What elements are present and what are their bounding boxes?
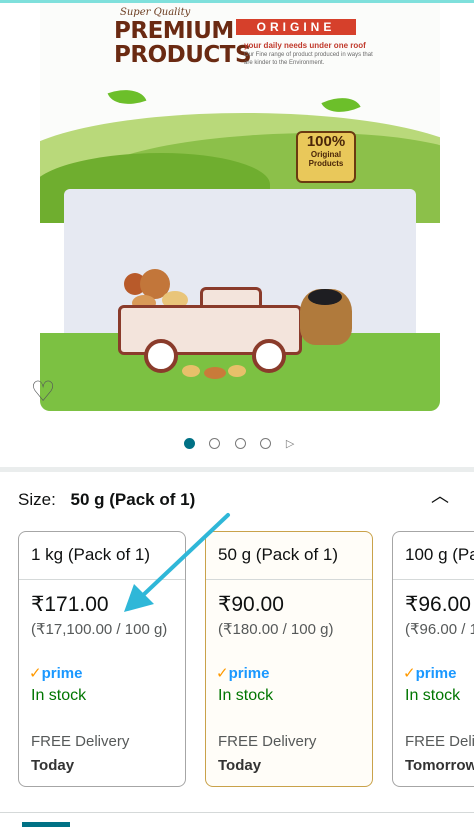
carousel-dot-1[interactable] [184, 438, 195, 450]
carousel-dot-4[interactable] [260, 438, 272, 450]
badge-percent: 100% [306, 133, 346, 150]
option-title: 100 g (Pack of 1) [405, 545, 474, 564]
option-price: ₹171.00 [31, 593, 109, 616]
option-stock: In stock [218, 687, 274, 704]
brand-kicker: Super Quality [120, 7, 191, 18]
product-image: Super Quality PREMIUM PRODUCTS ORIGINE y… [40, 3, 440, 411]
option-delivery-day: Today [218, 757, 262, 774]
wishlist-heart-icon[interactable]: ♡ [28, 377, 58, 407]
chevron-up-icon[interactable]: ︿ [430, 486, 450, 506]
prime-badge: ✓prime [29, 665, 83, 682]
carousel-dot-3[interactable] [234, 438, 246, 450]
brand-tagline-sub: Our Fine range of product produced in wa… [244, 52, 373, 66]
option-stock: In stock [31, 687, 87, 704]
prime-check-icon: ✓ [29, 665, 42, 682]
wheel-icon [252, 339, 286, 373]
option-delivery: FREE Delivery [218, 733, 317, 750]
size-option-card-selected[interactable]: 50 g (Pack of 1) ₹90.00 (₹180.00 / 100 g… [205, 531, 373, 787]
option-delivery-day: Today [31, 757, 75, 774]
carousel-indicator[interactable]: ▷ [184, 435, 294, 450]
size-option-card[interactable]: 100 g (Pack of 1) ₹96.00 (₹96.00 / 100 g… [392, 531, 474, 787]
prime-badge: ✓prime [403, 665, 457, 682]
nut-icon [182, 365, 200, 377]
nut-icon [228, 365, 246, 377]
option-delivery: FREE Delivery [31, 733, 130, 750]
brand-title: PREMIUM PRODUCTS [114, 18, 252, 68]
pepper-icon [308, 289, 342, 305]
product-image-gallery[interactable]: Super Quality PREMIUM PRODUCTS ORIGINE y… [0, 3, 474, 463]
original-badge: 100% Original Products [296, 131, 356, 183]
option-unit-price: (₹96.00 / 100 g) [405, 621, 474, 638]
option-price: ₹96.00 [405, 593, 471, 616]
option-price: ₹90.00 [218, 593, 284, 616]
option-delivery: FREE Delivery [405, 733, 474, 750]
size-option-card[interactable]: 1 kg (Pack of 1) ₹171.00 (₹17,100.00 / 1… [18, 531, 186, 787]
bottom-tab-indicator [22, 822, 70, 827]
prime-badge: ✓prime [216, 665, 270, 682]
option-stock: In stock [405, 687, 461, 704]
option-title: 1 kg (Pack of 1) [31, 545, 151, 564]
section-divider [0, 467, 474, 472]
play-icon[interactable]: ▷ [286, 437, 294, 450]
badge-text: Original Products [308, 150, 344, 168]
size-selector-header: Size: 50 g (Pack of 1) [18, 490, 195, 510]
prime-check-icon: ✓ [216, 665, 229, 682]
section-divider [0, 812, 474, 813]
prime-check-icon: ✓ [403, 665, 416, 682]
option-unit-price: (₹180.00 / 100 g) [218, 621, 334, 638]
option-delivery-day: Tomorrow [405, 757, 474, 774]
size-label: Size: [18, 490, 56, 509]
wheel-icon [144, 339, 178, 373]
brand-tagline: your daily needs under one roof [244, 41, 366, 50]
nut-icon [204, 367, 226, 379]
carousel-dot-2[interactable] [209, 438, 221, 450]
option-title: 50 g (Pack of 1) [218, 545, 339, 564]
option-unit-price: (₹17,100.00 / 100 g) [31, 621, 168, 638]
origine-banner: ORIGINE [236, 19, 356, 35]
size-selected-value: 50 g (Pack of 1) [70, 490, 196, 509]
